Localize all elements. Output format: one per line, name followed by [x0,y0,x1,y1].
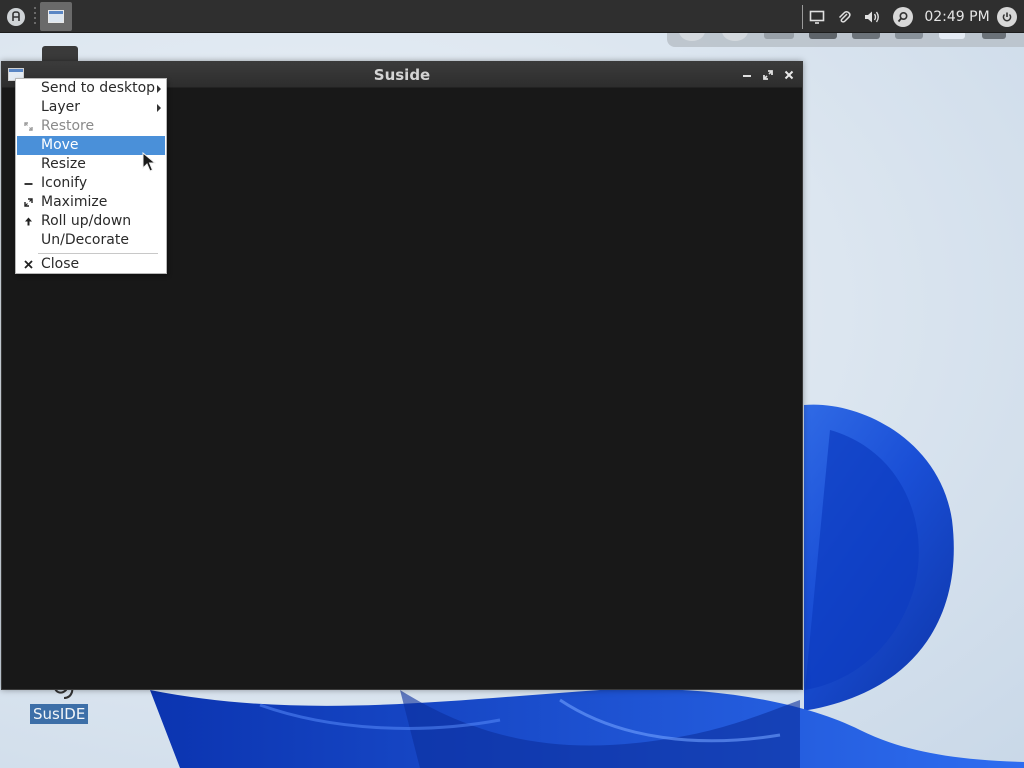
menu-item-iconify[interactable]: Iconify [17,174,165,193]
menu-item-label: Resize [41,156,86,172]
menu-item-label: Un/Decorate [41,232,129,248]
menu-item-send-to-desktop[interactable]: Send to desktop [17,79,165,98]
submenu-arrow-icon [157,85,161,93]
window-icon [48,10,64,23]
taskbar-window-button[interactable] [40,2,72,31]
menu-item-label: Iconify [41,175,88,191]
start-menu-button[interactable] [3,0,29,33]
menu-item-close[interactable]: Close [17,255,165,274]
menu-item-label: Maximize [41,194,108,210]
window-grab-tab [42,46,78,62]
display-icon[interactable] [806,0,828,33]
clipboard-icon[interactable] [833,0,855,33]
maximize-icon [23,197,34,208]
dock-item[interactable] [939,33,965,39]
minimize-button[interactable] [739,67,755,83]
roll-up-icon [23,216,34,227]
dock-item[interactable] [809,33,837,39]
dock-item[interactable] [895,33,923,39]
panel-separator [33,0,36,33]
search-button[interactable] [892,0,914,33]
menu-item-undecorate[interactable]: Un/Decorate [17,231,165,250]
menu-separator [38,253,158,254]
desktop-icon-label: SusIDE [30,704,89,724]
dock-item[interactable] [982,33,1006,39]
mouse-cursor-icon [142,152,156,172]
menu-item-label: Send to desktop [41,80,156,96]
dock-item[interactable] [852,33,880,39]
menu-item-restore: Restore [17,117,165,136]
dock-item[interactable] [679,33,705,41]
menu-item-roll-up-down[interactable]: Roll up/down [17,212,165,231]
volume-icon[interactable] [861,0,883,33]
minimize-icon [743,75,751,77]
top-panel: 02:49 PM [0,0,1024,33]
power-button[interactable] [996,0,1018,33]
restore-icon [23,121,34,132]
close-icon [23,259,34,270]
submenu-arrow-icon [157,104,161,112]
menu-item-maximize[interactable]: Maximize [17,193,165,212]
power-icon [997,6,1017,27]
menu-item-label: Roll up/down [41,213,132,229]
dock [667,33,1024,47]
iconify-icon [23,178,34,189]
window-context-menu: Send to desktop Layer Restore Move Resiz… [15,78,167,274]
close-icon [784,70,794,80]
menu-item-label: Move [41,137,79,153]
dock-item[interactable] [722,33,748,41]
menu-item-label: Restore [41,118,95,134]
menu-item-layer[interactable]: Layer [17,98,165,117]
menu-item-label: Layer [41,99,81,115]
distro-logo-icon [7,7,25,26]
tray-divider [801,0,803,33]
maximize-button[interactable] [760,67,776,83]
clock[interactable]: 02:49 PM [919,0,995,33]
maximize-icon [763,70,773,80]
dock-item[interactable] [764,33,794,39]
search-icon [893,6,913,27]
menu-item-label: Close [41,256,80,272]
close-button[interactable] [781,67,797,83]
